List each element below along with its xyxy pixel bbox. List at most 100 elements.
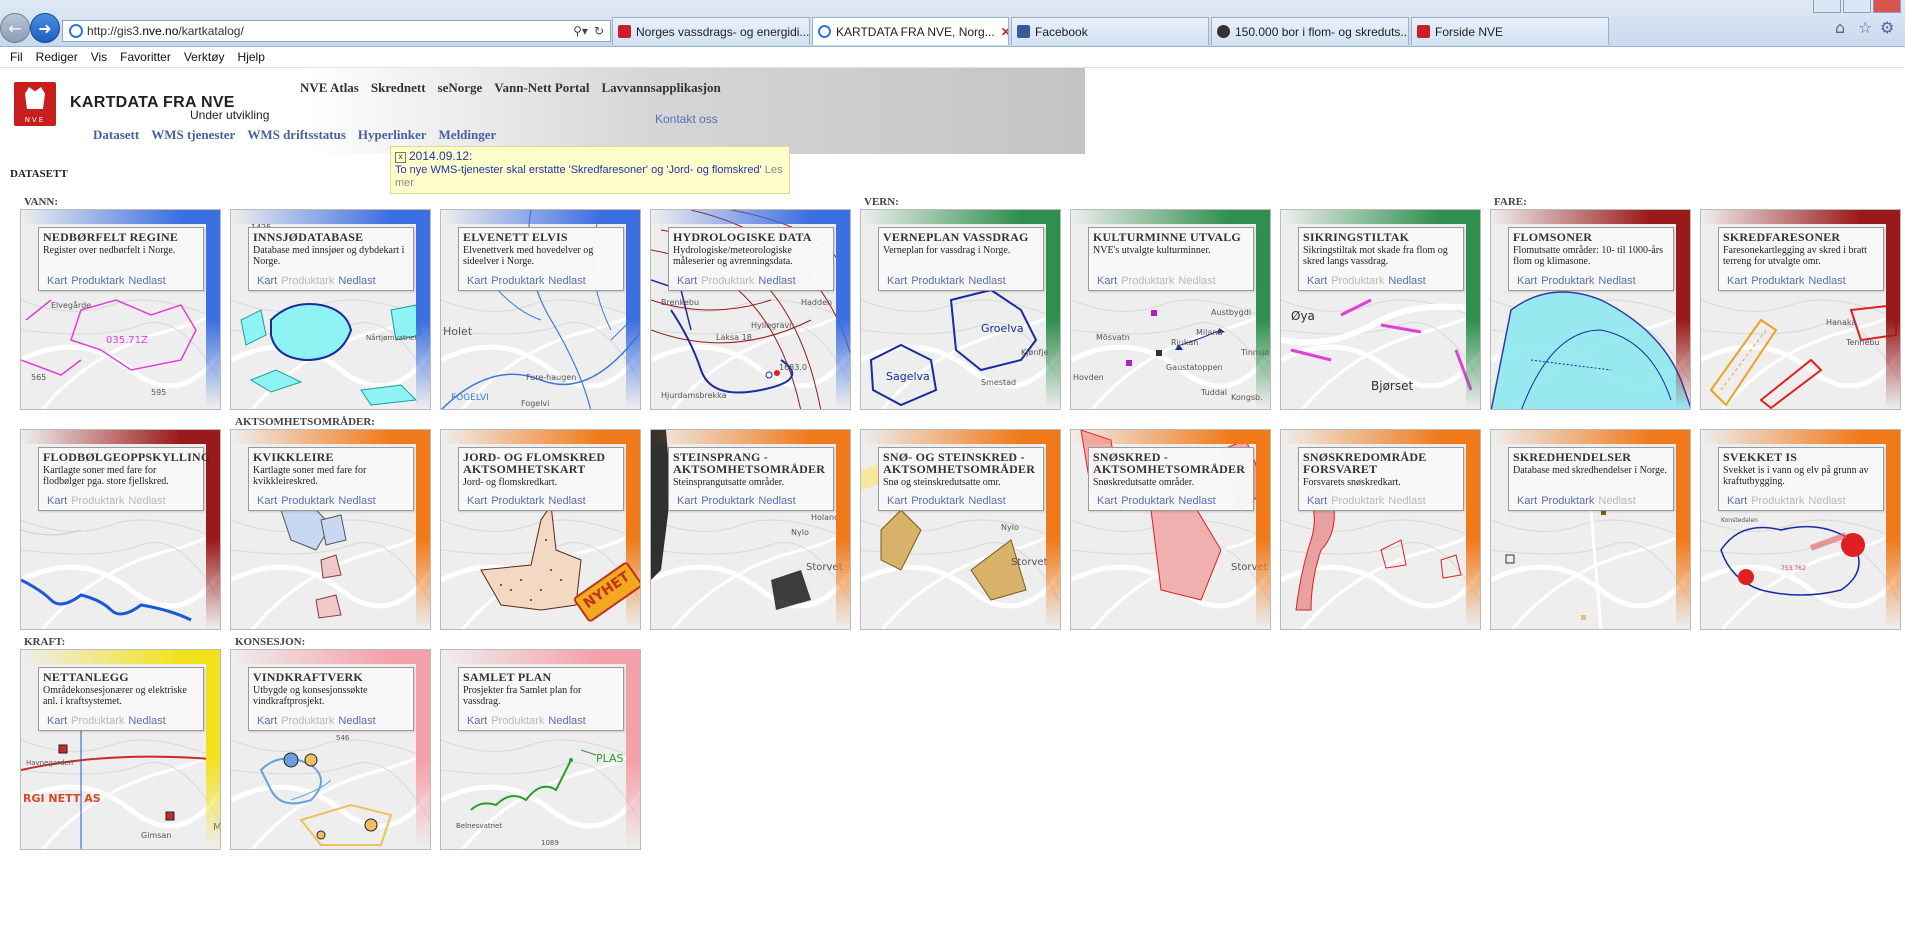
nedlast-link[interactable]: Nedlast (1388, 275, 1425, 287)
kart-link[interactable]: Kart (467, 275, 487, 287)
notice-close-icon[interactable]: x (395, 152, 406, 163)
nedlast-link[interactable]: Nedlast (1178, 495, 1215, 507)
nav-hyperlinker[interactable]: Hyperlinker (358, 127, 427, 143)
kart-link[interactable]: Kart (257, 275, 277, 287)
produktark-link[interactable]: Produktark (1541, 275, 1594, 287)
dataset-tile-nettanlegg[interactable]: RGI NETT ASGimsanHavnegardenMNETTANLEGGO… (20, 649, 221, 850)
contact-link[interactable]: Kontakt oss (655, 112, 718, 126)
nedlast-link[interactable]: Nedlast (1598, 275, 1635, 287)
dataset-tile-elvenett-elvis[interactable]: Holet Fure-haugen FOGELVI Fogelvi ELVENETT E… (440, 209, 641, 410)
kart-link[interactable]: Kart (257, 715, 277, 727)
nav-datasett[interactable]: Datasett (93, 127, 139, 143)
tab-forside-nve[interactable]: Forside NVE (1411, 17, 1609, 45)
produktark-link[interactable]: Produktark (71, 275, 124, 287)
menu-vis[interactable]: Vis (91, 50, 107, 64)
dataset-tile-flomsoner[interactable]: FLOMSONER Flomutsatte områder: 10- til 10… (1490, 209, 1691, 410)
kart-link[interactable]: Kart (1727, 275, 1747, 287)
nve-logo[interactable]: NVE (14, 82, 56, 126)
refresh-icon[interactable]: ↻ (594, 24, 604, 38)
dataset-tile-svekket-is[interactable]: Konstedalen 753.762 SVEKKET IS Svekket is i… (1700, 429, 1901, 630)
menu-hjelp[interactable]: Hjelp (238, 50, 265, 64)
kart-link[interactable]: Kart (467, 495, 487, 507)
nedlast-link[interactable]: Nedlast (1808, 275, 1845, 287)
menu-verktoy[interactable]: Verktøy (184, 50, 225, 64)
produktark-link[interactable]: Produktark (491, 495, 544, 507)
nedlast-link[interactable]: Nedlast (338, 495, 375, 507)
produktark-link[interactable]: Produktark (911, 275, 964, 287)
kart-link[interactable]: Kart (887, 495, 907, 507)
dataset-tile-steinsprang[interactable]: Holand Nylo Storvet STEINSPRANG -AKTSOMHETS… (650, 429, 851, 630)
dataset-tile-kvikkleire[interactable]: KVIKKLEIRE Kartlagte soner med fare for k… (230, 429, 431, 630)
produktark-link[interactable]: Produktark (911, 495, 964, 507)
produktark-link[interactable]: Produktark (281, 495, 334, 507)
home-icon[interactable]: ⌂ (1835, 18, 1845, 37)
search-icon[interactable]: ⚲▾ (573, 24, 588, 38)
menu-fil[interactable]: Fil (10, 50, 23, 64)
nedlast-link[interactable]: Nedlast (548, 495, 585, 507)
nav-skrednett[interactable]: Skrednett (371, 80, 426, 96)
kart-link[interactable]: Kart (1727, 495, 1747, 507)
dataset-tile-hydrologiske-data[interactable]: Brenkebu Laksa 18 Hadden Hyllegravn Hjurdams… (650, 209, 851, 410)
nav-wms-driftsstatus[interactable]: WMS driftsstatus (247, 127, 346, 143)
produktark-link[interactable]: Produktark (491, 275, 544, 287)
tab-close-icon[interactable]: ✕ (995, 25, 1008, 39)
kart-link[interactable]: Kart (467, 715, 487, 727)
kart-link[interactable]: Kart (1307, 495, 1327, 507)
nav-vann-nett[interactable]: Vann-Nett Portal (494, 80, 589, 96)
nedlast-link[interactable]: Nedlast (968, 495, 1005, 507)
dataset-tile-jord-og-flomskred[interactable]: JORD- OG FLOMSKRED AKTSOMHETSKART Jord- o… (440, 429, 641, 630)
minimize-icon[interactable] (1813, 0, 1841, 13)
dataset-tile-skredfaresoner[interactable]: Hanaka Tennebu SKREDFARESONER Faresonekartl… (1700, 209, 1901, 410)
tab-nve-forside[interactable]: Norges vassdrags- og energidi... (612, 17, 810, 45)
kart-link[interactable]: Kart (1307, 275, 1327, 287)
produktark-link[interactable]: Produktark (1751, 275, 1804, 287)
nedlast-link[interactable]: Nedlast (338, 275, 375, 287)
nav-lavvann[interactable]: Lavvannsapplikasjon (602, 80, 721, 96)
settings-gear-icon[interactable]: ⚙ (1880, 18, 1894, 37)
kart-link[interactable]: Kart (47, 715, 67, 727)
nav-nve-atlas[interactable]: NVE Atlas (300, 80, 359, 96)
kart-link[interactable]: Kart (1517, 495, 1537, 507)
favorites-star-icon[interactable]: ☆ (1858, 18, 1872, 37)
address-url[interactable]: http://gis3.nve.no/kartkatalog/ (87, 24, 573, 38)
nedlast-link[interactable]: Nedlast (758, 495, 795, 507)
kart-link[interactable]: Kart (47, 275, 67, 287)
dataset-tile-nedborfelt-regine[interactable]: 035.71Z Elvegårde 595 565 NEDBØRFELT REGINE R… (20, 209, 221, 410)
kart-link[interactable]: Kart (257, 495, 277, 507)
kart-link[interactable]: Kart (887, 275, 907, 287)
nedlast-link[interactable]: Nedlast (338, 715, 375, 727)
nedlast-link[interactable]: Nedlast (548, 275, 585, 287)
dataset-tile-skredhendelser[interactable]: SKREDHENDELSER Database med skredhendelse… (1490, 429, 1691, 630)
kart-link[interactable]: Kart (677, 275, 697, 287)
nedlast-link[interactable]: Nedlast (968, 275, 1005, 287)
dataset-tile-vindkraftverk[interactable]: 546 VINDKRAFTVERK Utbygde og konsesjonssøk… (230, 649, 431, 850)
dataset-tile-snoskredomrade-forsvaret[interactable]: SNØSKREDOMRÅDE FORSVARET Forsvarets snøsk… (1280, 429, 1481, 630)
tab-facebook[interactable]: Facebook (1011, 17, 1209, 45)
kart-link[interactable]: Kart (1517, 275, 1537, 287)
nedlast-link[interactable]: Nedlast (758, 275, 795, 287)
produktark-link[interactable]: Produktark (701, 495, 754, 507)
dataset-tile-innsjodatabase[interactable]: 1425NårtjørnvatnetINNSJØDATABASEDatabase… (230, 209, 431, 410)
kart-link[interactable]: Kart (1097, 495, 1117, 507)
menu-rediger[interactable]: Rediger (36, 50, 78, 64)
menu-favoritter[interactable]: Favoritter (120, 50, 171, 64)
dataset-tile-snoskred[interactable]: Storvet SNØSKRED -AKTSOMHETSOMRÅDER Snøskr… (1070, 429, 1271, 630)
dataset-tile-sno-og-steinskred[interactable]: Nylo Storvet SNØ- OG STEINSKRED -AKTSOMHET… (860, 429, 1061, 630)
nedlast-link[interactable]: Nedlast (548, 715, 585, 727)
kart-link[interactable]: Kart (1097, 275, 1117, 287)
produktark-link[interactable]: Produktark (1121, 495, 1174, 507)
nav-meldinger[interactable]: Meldinger (439, 127, 497, 143)
nedlast-link[interactable]: Nedlast (128, 715, 165, 727)
dataset-tile-verneplan-vassdrag[interactable]: Groelva Sagelva Smestad Kjønfje VERNEPLAN VA… (860, 209, 1061, 410)
back-button[interactable]: ← (0, 13, 30, 43)
maximize-icon[interactable] (1843, 0, 1871, 13)
dataset-tile-sikringstiltak[interactable]: Øya Bjørset SIKRINGSTILTAK Sikringstiltak m… (1280, 209, 1481, 410)
forward-button[interactable]: ➜ (30, 13, 60, 43)
dataset-tile-samlet-plan[interactable]: PLAS Belnesvatnet 1089 SAMLET PLAN Prosjekte… (440, 649, 641, 850)
dataset-tile-kulturminne-utvalg[interactable]: VeggAustbygdiMilandRjukanGaustatoppenMös… (1070, 209, 1271, 410)
dataset-tile-flodbolgeoppskylling[interactable]: FLODBØLGEOPPSKYLLING Kartlagte soner med … (20, 429, 221, 630)
nedlast-link[interactable]: Nedlast (128, 275, 165, 287)
address-bar[interactable]: http://gis3.nve.no/kartkatalog/ ⚲▾ ↻ (62, 20, 611, 42)
nav-wms-tjenester[interactable]: WMS tjenester (151, 127, 235, 143)
kart-link[interactable]: Kart (677, 495, 697, 507)
